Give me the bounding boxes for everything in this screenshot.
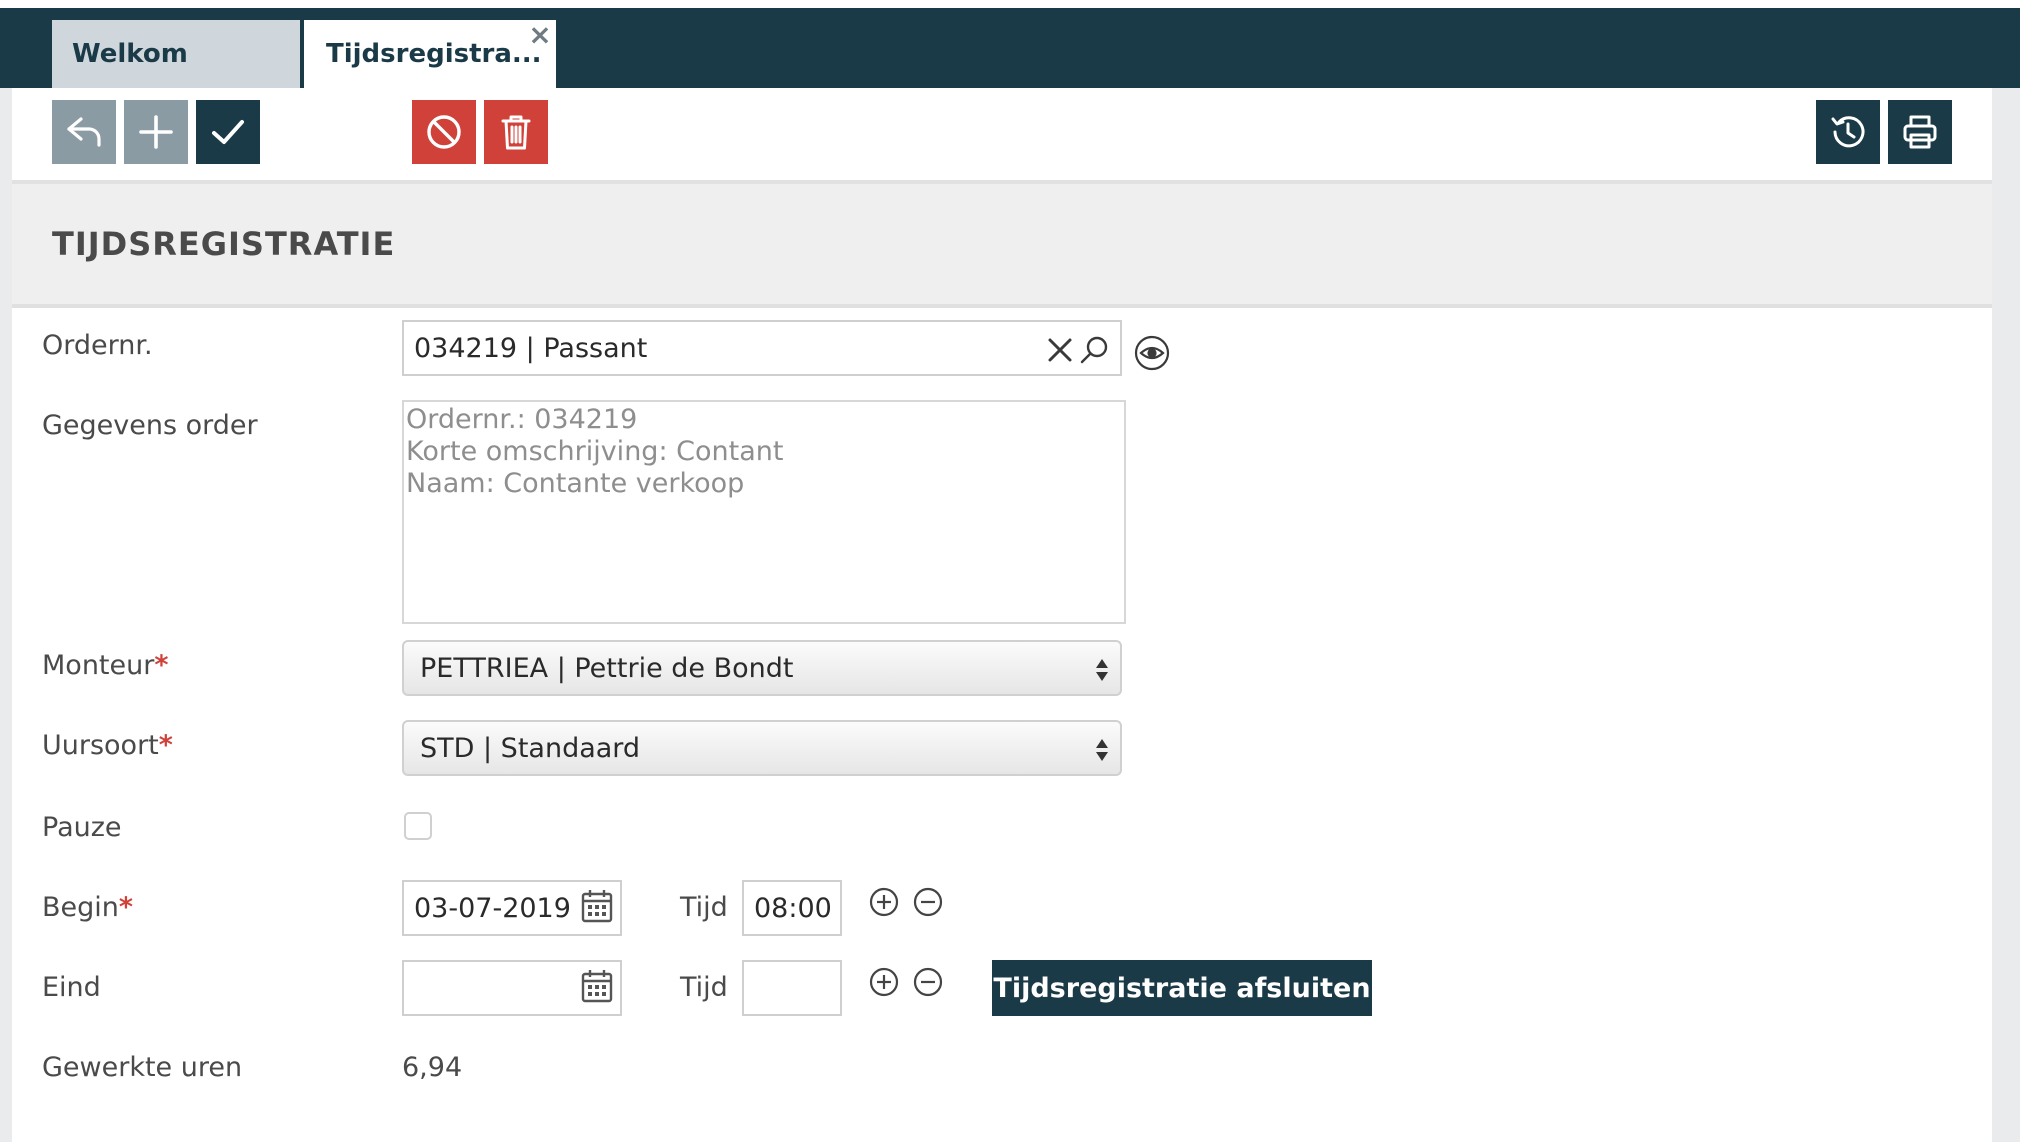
pauze-label: Pauze [42, 812, 122, 843]
uursoort-value: STD | Standaard [420, 732, 641, 764]
undo-button[interactable] [52, 100, 116, 164]
increment-icon[interactable] [868, 966, 900, 998]
tab-label: Tijdsregistra... [326, 39, 542, 69]
required-marker: * [154, 650, 169, 681]
begin-time-value: 08:00 [754, 892, 832, 924]
monteur-value: PETTRIEA | Pettrie de Bondt [420, 652, 794, 684]
order-line: Naam: Contante verkoop [406, 468, 745, 499]
check-icon [212, 120, 244, 144]
eind-time-label: Tijd [680, 972, 728, 1003]
decrement-icon[interactable] [912, 886, 944, 918]
order-line: Ordernr.: 034219 [406, 404, 638, 435]
page-title: TIJDSREGISTRATIE [52, 225, 396, 263]
eind-label: Eind [42, 972, 101, 1003]
increment-icon[interactable] [868, 886, 900, 918]
begin-date-value: 03-07-2019 [414, 892, 571, 924]
undo-icon [67, 117, 101, 147]
calendar-icon[interactable] [580, 888, 614, 924]
close-registration-button[interactable]: Tijdsregistratie afsluiten [992, 960, 1372, 1016]
gewerkte-uren-label: Gewerkte uren [42, 1052, 243, 1083]
begin-label: Begin* [42, 892, 134, 923]
required-marker: * [158, 730, 173, 761]
begin-time-input[interactable]: 08:00 [742, 880, 842, 936]
ordernr-value: 034219 | Passant [414, 332, 648, 364]
select-arrows-icon [1096, 659, 1108, 681]
select-arrows-icon [1096, 739, 1108, 761]
cancel-icon [427, 115, 461, 149]
search-icon[interactable] [1078, 334, 1110, 366]
eind-time-input[interactable] [742, 960, 842, 1016]
gewerkte-uren-value: 6,94 [402, 1052, 463, 1083]
monteur-label: Monteur* [42, 650, 169, 681]
plus-icon [139, 115, 173, 149]
calendar-icon[interactable] [580, 968, 614, 1004]
required-marker: * [118, 892, 134, 923]
ordernr-label: Ordernr. [42, 330, 153, 361]
uursoort-select[interactable]: STD | Standaard [402, 720, 1122, 776]
save-button[interactable] [196, 100, 260, 164]
decrement-icon[interactable] [912, 966, 944, 998]
begin-time-label: Tijd [680, 892, 728, 923]
left-gutter [0, 88, 12, 1142]
uursoort-label: Uursoort* [42, 730, 173, 761]
close-tab-icon[interactable]: × [528, 20, 552, 50]
delete-button[interactable] [484, 100, 548, 164]
gegevens-order-label: Gegevens order [42, 410, 258, 441]
gegevens-order-textarea[interactable]: Ordernr.: 034219 Korte omschrijving: Con… [402, 400, 1126, 624]
top-bar [0, 8, 2020, 88]
ordernr-field[interactable]: 034219 | Passant [402, 320, 1122, 376]
tab-label: Welkom [72, 39, 188, 69]
print-button[interactable] [1888, 100, 1952, 164]
cancel-button[interactable] [412, 100, 476, 164]
add-button[interactable] [124, 100, 188, 164]
order-line: Korte omschrijving: Contant [406, 436, 784, 467]
history-icon [1831, 116, 1865, 148]
clear-icon[interactable] [1046, 336, 1074, 364]
history-button[interactable] [1816, 100, 1880, 164]
eye-icon[interactable] [1134, 335, 1170, 371]
tab-welkom[interactable]: Welkom [52, 20, 300, 88]
print-icon [1903, 115, 1937, 149]
tab-tijdsregistratie[interactable]: Tijdsregistra... [304, 20, 556, 88]
trash-icon [501, 115, 531, 150]
right-gutter [1992, 88, 2020, 1142]
pauze-checkbox[interactable] [404, 812, 432, 840]
monteur-select[interactable]: PETTRIEA | Pettrie de Bondt [402, 640, 1122, 696]
